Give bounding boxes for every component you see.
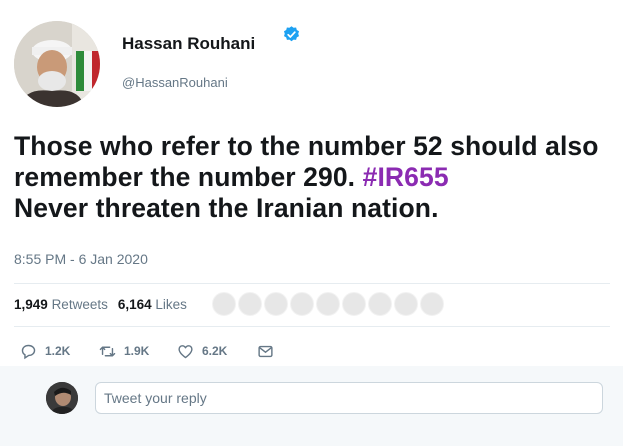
dm-button[interactable] <box>257 341 282 361</box>
reply-count: 1.2K <box>45 344 71 358</box>
like-count: 6.2K <box>202 344 228 358</box>
tweet-timestamp[interactable]: 8:55 PM - 6 Jan 2020 <box>14 251 148 267</box>
tweet-card: Hassan Rouhani @HassanRouhani Those who … <box>0 0 623 446</box>
liker-avatar[interactable] <box>316 292 340 316</box>
engagement-stats: 1,949 Retweets 6,164 Likes <box>14 297 187 312</box>
liker-avatar[interactable] <box>238 292 262 316</box>
liker-avatar[interactable] <box>420 292 444 316</box>
tweet-line-1: Those who refer to the number 52 should … <box>14 131 599 161</box>
retweet-button[interactable]: 1.9K <box>99 341 149 361</box>
liker-avatar[interactable] <box>394 292 418 316</box>
tweet-text: Those who refer to the number 52 should … <box>14 131 614 224</box>
liker-avatar[interactable] <box>264 292 288 316</box>
divider <box>14 283 610 284</box>
like-button[interactable]: 6.2K <box>177 341 227 361</box>
retweets-label[interactable]: Retweets <box>52 297 108 312</box>
reply-input[interactable] <box>95 382 603 414</box>
dm-icon <box>258 345 273 357</box>
liker-avatar[interactable] <box>290 292 314 316</box>
tweet-line-3: Never threaten the Iranian nation. <box>14 193 439 223</box>
verified-icon <box>283 26 300 42</box>
author-avatar[interactable] <box>14 21 100 107</box>
tweet-line-2: remember the number 290. #IR655 <box>14 162 614 193</box>
liker-avatar[interactable] <box>368 292 392 316</box>
retweets-count[interactable]: 1,949 <box>14 297 48 312</box>
reply-button[interactable]: 1.2K <box>20 341 70 361</box>
user-avatar[interactable] <box>46 382 78 414</box>
tweet-line-2-text: remember the number 290. <box>14 162 363 192</box>
likes-label[interactable]: Likes <box>155 297 187 312</box>
liker-avatar[interactable] <box>212 292 236 316</box>
retweet-icon <box>99 346 116 356</box>
author-handle[interactable]: @HassanRouhani <box>122 75 228 90</box>
like-icon <box>178 344 193 358</box>
author-name[interactable]: Hassan Rouhani <box>122 34 255 54</box>
hashtag-link[interactable]: #IR655 <box>363 162 449 192</box>
retweet-count: 1.9K <box>124 344 150 358</box>
likes-count[interactable]: 6,164 <box>118 297 152 312</box>
divider <box>14 326 610 327</box>
reply-icon <box>21 344 36 359</box>
liker-avatar[interactable] <box>342 292 366 316</box>
